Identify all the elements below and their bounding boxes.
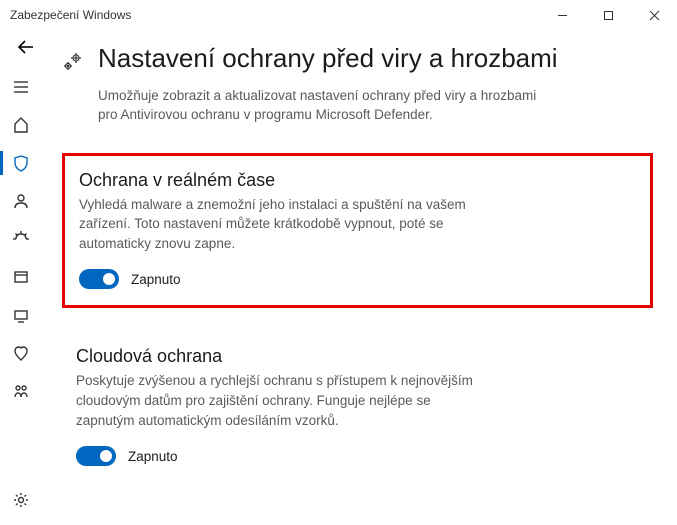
nav-firewall[interactable] — [0, 220, 42, 258]
nav-menu-button[interactable] — [0, 68, 42, 106]
nav-app-browser[interactable] — [0, 258, 42, 296]
nav-settings[interactable] — [0, 481, 42, 519]
nav-device-performance[interactable] — [0, 334, 42, 372]
maximize-button[interactable] — [585, 0, 631, 30]
nav-account-protection[interactable] — [0, 182, 42, 220]
close-button[interactable] — [631, 0, 677, 30]
page-title: Nastavení ochrany před viry a hrozbami — [98, 42, 558, 75]
gears-icon — [62, 42, 84, 77]
section-desc: Poskytuje zvýšenou a rychlejší ochranu s… — [76, 371, 486, 430]
page-header: Nastavení ochrany před viry a hrozbami — [62, 42, 653, 77]
realtime-toggle[interactable] — [79, 269, 119, 289]
sidebar — [0, 30, 42, 525]
main-content: Nastavení ochrany před viry a hrozbami U… — [42, 30, 677, 525]
nav-home[interactable] — [0, 106, 42, 144]
nav-device-security[interactable] — [0, 296, 42, 334]
section-title: Ochrana v reálném čase — [79, 170, 636, 191]
titlebar: Zabezpečení Windows — [0, 0, 677, 30]
minimize-button[interactable] — [539, 0, 585, 30]
window-title: Zabezpečení Windows — [10, 8, 131, 22]
cloud-toggle-label: Zapnuto — [128, 449, 178, 464]
cloud-toggle[interactable] — [76, 446, 116, 466]
section-cloud-protection: Cloudová ochrana Poskytuje zvýšenou a ry… — [62, 334, 653, 482]
window-controls — [539, 0, 677, 30]
page-subtitle: Umožňuje zobrazit a aktualizovat nastave… — [98, 87, 538, 125]
section-title: Cloudová ochrana — [76, 346, 639, 367]
realtime-toggle-label: Zapnuto — [131, 272, 181, 287]
nav-virus-protection[interactable] — [0, 144, 42, 182]
section-realtime-protection: Ochrana v reálném čase Vyhledá malware a… — [62, 153, 653, 309]
back-button[interactable] — [16, 37, 36, 62]
section-desc: Vyhledá malware a znemožní jeho instalac… — [79, 195, 489, 254]
nav-family-options[interactable] — [0, 372, 42, 410]
